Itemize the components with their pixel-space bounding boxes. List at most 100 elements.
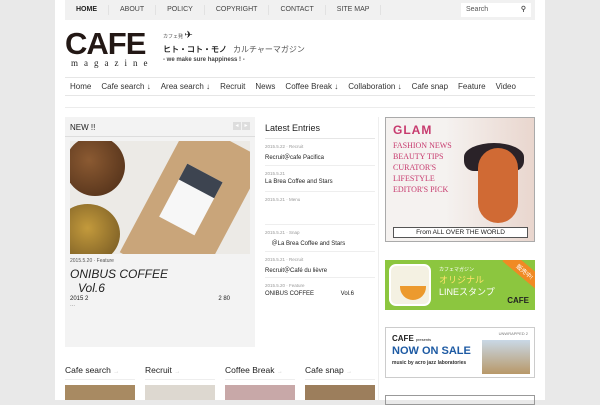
category-title[interactable]: Coffee Break xyxy=(225,365,274,375)
category-title[interactable]: Cafe search xyxy=(65,365,111,375)
logo-text: CAFE xyxy=(65,26,146,61)
album-image xyxy=(482,340,530,374)
new-slider: NEW !! ◂ ▸ 2015.5.20 · Feature ONIBUS COF… xyxy=(65,117,255,347)
post-title-line2[interactable]: Vol.6 xyxy=(70,281,168,295)
column-divider xyxy=(378,117,379,400)
entry-meta: 2015.5.22 · Recruit xyxy=(265,144,304,149)
nav-news[interactable]: News xyxy=(255,82,275,91)
latest-heading: Latest Entries xyxy=(265,117,375,139)
category-image[interactable] xyxy=(305,385,375,400)
topnav-about[interactable]: ABOUT xyxy=(109,5,157,15)
featured-image[interactable] xyxy=(70,141,250,254)
glam-banner[interactable]: GLAM FASHION NEWS BEAUTY TIPS CURATOR'S … xyxy=(385,117,535,242)
category-image[interactable] xyxy=(225,385,295,400)
entry-meta: 2015.5.21 · Menu xyxy=(265,197,301,202)
search-placeholder: Search xyxy=(466,6,489,13)
category-sections: Cafe search → Recruit → Coffee Break → C… xyxy=(65,365,375,400)
list-item[interactable]: 2015.5.22 · Recruit Recruit＠cafe Pacifica xyxy=(265,139,375,166)
post-title[interactable]: ONIBUS COFFEE Vol.6 xyxy=(70,267,168,295)
arrow-right-icon: → xyxy=(346,369,353,375)
nav-cafe-snap[interactable]: Cafe snap xyxy=(412,82,448,91)
logo-sub: magazine xyxy=(71,58,154,68)
list-item[interactable]: 2015.5.20 · Feature ONIBUS COFFEE Vol.6 xyxy=(265,278,375,305)
nav-collaboration[interactable]: Collaboration ↓ xyxy=(348,82,401,91)
top-nav: HOME ABOUT POLICY COPYRIGHT CONTACT SITE… xyxy=(65,0,535,20)
category-coffee-break: Coffee Break → xyxy=(225,365,295,400)
glam-line: BEAUTY TIPS xyxy=(393,152,444,161)
glam-lines: FASHION NEWS BEAUTY TIPS CURATOR'S LIFES… xyxy=(393,140,452,195)
nav-coffee-break[interactable]: Coffee Break ↓ xyxy=(285,82,338,91)
now-title: NOW ON SALE xyxy=(392,345,471,357)
entry-meta: 2015.5.20 · Feature xyxy=(265,283,305,288)
topnav-copyright[interactable]: COPYRIGHT xyxy=(205,5,270,15)
line-small: カフェマガジン xyxy=(439,267,475,273)
sale-badge: 販売中! xyxy=(502,260,535,292)
entry-meta: 2015.5.21 · Snap xyxy=(265,230,300,235)
glam-line: EDITOR'S PICK xyxy=(393,185,449,194)
entry-title[interactable]: Recruit＠cafe Pacifica xyxy=(265,152,375,161)
arrow-right-icon: → xyxy=(276,369,283,375)
tagline-jp: ヒト・コト・モノ xyxy=(163,45,227,54)
glam-line: FASHION NEWS xyxy=(393,141,452,150)
glam-line: LIFESTYLE xyxy=(393,174,435,183)
divider xyxy=(65,107,535,108)
entry-title[interactable]: ＠La Brea Coffee and Stars xyxy=(265,238,375,247)
airplane-icon: ✈ xyxy=(184,30,193,41)
category-title[interactable]: Recruit xyxy=(145,365,172,375)
list-item[interactable]: 2015.5.21 · Menu xyxy=(265,192,375,225)
next-arrow-icon[interactable]: ▸ xyxy=(242,122,250,130)
coffee-bag-image xyxy=(119,141,250,254)
entry-title[interactable]: La Brea Coffee and Stars xyxy=(265,179,375,185)
excerpt-text-right: 2 80 xyxy=(218,296,230,302)
arrow-right-icon: → xyxy=(174,369,181,375)
category-cafe-snap: Cafe snap → xyxy=(305,365,375,400)
bread-image xyxy=(70,204,120,254)
tagline-jp2: カルチャーマガジン xyxy=(233,45,305,54)
tagline: カフェ発 ✈ ヒト・コト・モノ カルチャーマガジン - we make sure … xyxy=(163,30,305,63)
topnav-policy[interactable]: POLICY xyxy=(156,5,205,15)
category-image[interactable] xyxy=(145,385,215,400)
line-stamp-banner[interactable]: カフェマガジン オリジナル LINEスタンプ 販売中! CAFE xyxy=(385,260,535,310)
category-recruit: Recruit → xyxy=(145,365,215,400)
nav-video[interactable]: Video xyxy=(496,82,516,91)
post-title-line1[interactable]: ONIBUS COFFEE xyxy=(70,267,168,281)
search-input[interactable]: Search ⚲ xyxy=(461,3,531,17)
list-item[interactable]: 2015.5.21 · Snap ＠La Brea Coffee and Sta… xyxy=(265,225,375,252)
model-image xyxy=(478,148,518,223)
topnav-home[interactable]: HOME xyxy=(65,5,109,15)
entry-title[interactable]: Recruit＠Café du lièvre xyxy=(265,265,375,274)
search-icon[interactable]: ⚲ xyxy=(521,5,526,13)
prev-arrow-icon[interactable]: ◂ xyxy=(233,122,241,130)
now-presents: presents xyxy=(415,337,432,342)
entry-title[interactable]: ONIBUS COFFEE Vol.6 xyxy=(265,291,375,297)
entry-meta: 2015.5.21 xyxy=(265,170,286,176)
now-logo: CAFE xyxy=(392,334,414,343)
list-item[interactable]: 2015.5.21 · Recruit Recruit＠Café du lièvr… xyxy=(265,252,375,278)
category-image[interactable] xyxy=(65,385,135,400)
post-meta: 2015.5.20 · Feature xyxy=(70,258,114,264)
nav-feature[interactable]: Feature xyxy=(458,82,486,91)
cafe-cup-icon xyxy=(389,264,431,306)
list-item[interactable]: 2015.5.21 La Brea Coffee and Stars xyxy=(265,166,375,192)
excerpt-more: ... xyxy=(70,302,76,308)
nav-home[interactable]: Home xyxy=(70,82,91,91)
category-title[interactable]: Cafe snap xyxy=(305,365,344,375)
topnav-sitemap[interactable]: SITE MAP xyxy=(326,5,382,15)
now-music: music by acro jazz laboratories xyxy=(392,360,467,366)
nav-recruit[interactable]: Recruit xyxy=(220,82,245,91)
post-excerpt: 2015 22 80... xyxy=(70,296,230,308)
tagline-en: - we make sure happiness ! - xyxy=(163,57,245,63)
nav-cafe-search[interactable]: Cafe search ↓ xyxy=(101,82,150,91)
nav-area-search[interactable]: Area search ↓ xyxy=(161,82,210,91)
arrow-right-icon: → xyxy=(113,369,120,375)
glam-brand: GLAM xyxy=(393,123,433,137)
bread-image xyxy=(70,141,125,196)
topnav-contact[interactable]: CONTACT xyxy=(269,5,326,15)
glam-line: CURATOR'S xyxy=(393,163,437,172)
main-nav: Home Cafe search ↓ Area search ↓ Recruit… xyxy=(65,77,535,96)
now-on-sale-banner[interactable]: CAFE presents NOW ON SALE music by acro j… xyxy=(385,327,535,378)
site-logo[interactable]: CAFE magazine xyxy=(65,26,160,68)
glam-footer: From ALL OVER THE WORLD xyxy=(393,227,528,238)
new-heading: NEW !! xyxy=(65,117,255,137)
banner[interactable] xyxy=(385,395,535,405)
